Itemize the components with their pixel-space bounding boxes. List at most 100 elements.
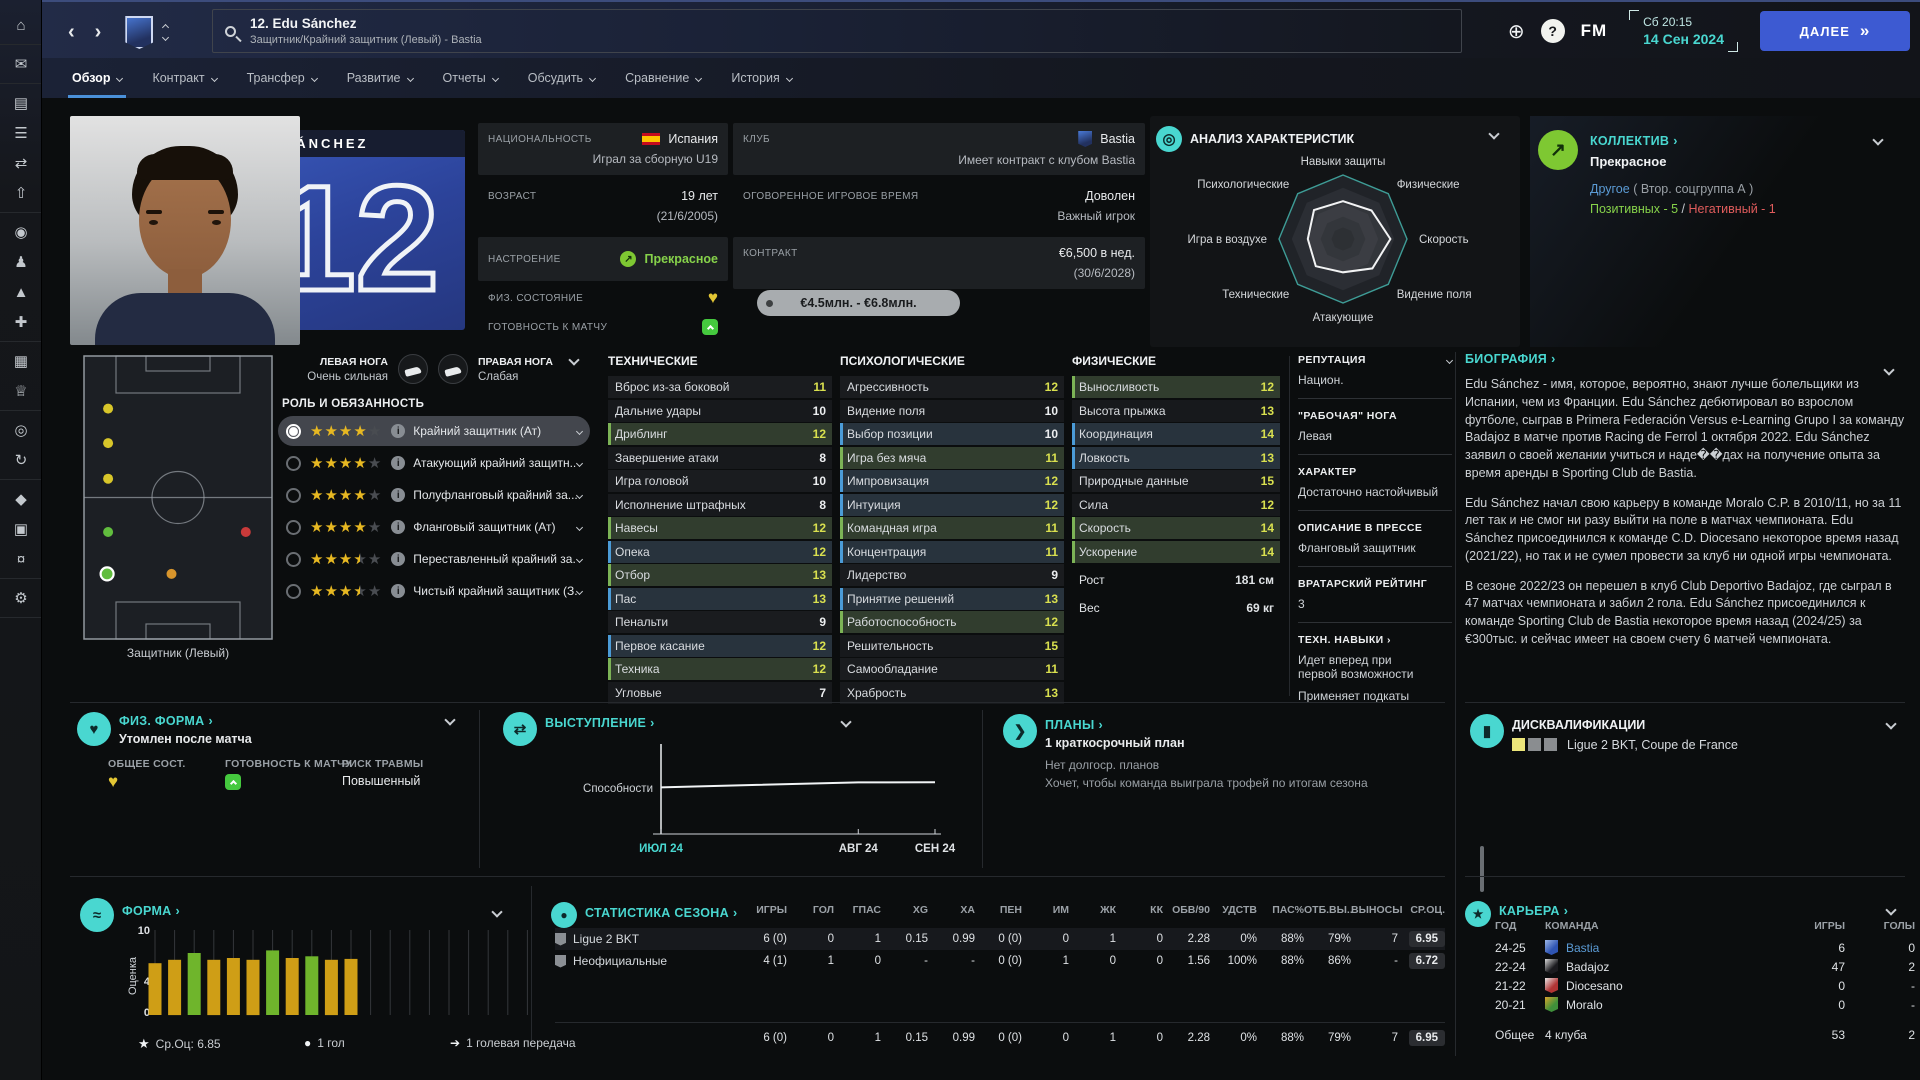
position-dot-red[interactable] <box>241 527 251 537</box>
plans-title[interactable]: ПЛАНЫ› <box>1045 718 1103 732</box>
nav-forward-button[interactable]: › <box>85 21 112 44</box>
competition-name[interactable]: Ligue 2 BKT <box>555 932 740 946</box>
info-icon[interactable]: i <box>391 424 405 438</box>
bastia-badge-icon <box>1078 131 1092 147</box>
position-dot-yellow[interactable] <box>103 474 113 484</box>
sidebar-transfers-icon[interactable]: ⇄ <box>0 148 42 178</box>
role-row-2[interactable]: ★★★★★iПолуфланговый крайний за... <box>278 480 590 510</box>
sidebar-competitions-icon[interactable]: ♕ <box>0 376 42 406</box>
sidebar-data-hub-icon[interactable]: ↻ <box>0 445 42 475</box>
suspensions-collapse-icon[interactable] <box>1885 718 1896 729</box>
biography-collapse-icon[interactable] <box>1883 364 1894 375</box>
sidebar-tactics-icon[interactable]: ☰ <box>0 118 42 148</box>
sidebar-inbox-icon[interactable]: ✉ <box>0 49 42 79</box>
nav-back-button[interactable]: ‹ <box>58 21 85 44</box>
team-name[interactable]: Badajoz <box>1566 960 1609 974</box>
tab-development[interactable]: Развитие <box>347 58 413 98</box>
role-radio[interactable] <box>286 456 301 471</box>
tab-contract[interactable]: Контракт <box>152 58 216 98</box>
sidebar-schedule-icon[interactable]: ▦ <box>0 346 42 376</box>
stats-total-value: 7 <box>1351 1032 1398 1044</box>
role-star-rating: ★★★★★★ <box>310 552 381 567</box>
role-radio[interactable] <box>286 520 301 535</box>
sidebar-club-info-icon[interactable]: ◆ <box>0 484 42 514</box>
team-name[interactable]: Moralo <box>1566 998 1603 1012</box>
tab-history[interactable]: История <box>731 58 791 98</box>
tab-overview[interactable]: Обзор <box>72 58 122 98</box>
sidebar-youth-icon[interactable]: ▲ <box>0 277 42 307</box>
role-row-3[interactable]: ★★★★★iФланговый защитник (Ат) <box>278 512 590 542</box>
attribute-analysis-collapse-icon[interactable] <box>1488 128 1499 139</box>
role-row-4[interactable]: ★★★★★★iПереставленный крайний за... <box>278 544 590 574</box>
form-collapse-icon[interactable] <box>491 906 502 917</box>
info-icon[interactable]: i <box>391 488 405 502</box>
info-icon[interactable]: i <box>391 456 405 470</box>
tab-transfer[interactable]: Трансфер <box>247 58 317 98</box>
role-row-5[interactable]: ★★★★★★iЧистый крайний защитник (З... <box>278 576 590 606</box>
svg-text:10: 10 <box>138 925 150 937</box>
collective-title[interactable]: КОЛЛЕКТИВ› <box>1590 134 1678 148</box>
chevron-down-icon[interactable] <box>576 491 583 498</box>
transfer-value-tag[interactable]: €4.5млн. - €6.8млн. <box>757 290 960 316</box>
sidebar-club-vision-icon[interactable]: ◉ <box>0 217 42 247</box>
competition-name[interactable]: Неофициальные <box>555 954 740 968</box>
sidebar-scouting-icon[interactable]: ◎ <box>0 415 42 445</box>
chevron-down-icon[interactable] <box>576 427 583 434</box>
player-cycle-buttons[interactable] <box>163 25 168 40</box>
club-badge-icon[interactable] <box>125 16 153 49</box>
attribute-name: Опека <box>615 545 813 559</box>
biography-title[interactable]: БИОГРАФИЯ› <box>1465 352 1905 366</box>
sidebar-job-centre-icon[interactable]: ▣ <box>0 514 42 544</box>
career-apps: 0 <box>1785 998 1845 1012</box>
chevron-down-icon[interactable] <box>576 523 583 530</box>
fitness-title[interactable]: ФИЗ. ФОРМА› <box>119 714 213 728</box>
position-dot-green[interactable] <box>101 567 114 580</box>
role-row-0[interactable]: ★★★★★iКрайний защитник (Ат) <box>278 416 590 446</box>
chevron-down-icon[interactable] <box>576 555 583 562</box>
position-dot-yellow[interactable] <box>103 438 113 448</box>
sidebar-training-icon[interactable]: ⇧ <box>0 178 42 208</box>
sidebar-home-icon[interactable]: ⌂ <box>0 10 42 40</box>
position-dot-yellow[interactable] <box>103 404 113 414</box>
sidebar-finances-icon[interactable]: ¤ <box>0 544 42 574</box>
career-title[interactable]: КАРЬЕРА› <box>1499 904 1568 918</box>
form-title[interactable]: ФОРМА› <box>122 904 180 918</box>
sidebar-staff-icon[interactable]: ♟ <box>0 247 42 277</box>
fitness-collapse-icon[interactable] <box>444 714 455 725</box>
chevron-down-icon[interactable] <box>1446 356 1453 363</box>
tab-discuss[interactable]: Обсудить <box>528 58 595 98</box>
chevron-down-icon[interactable] <box>576 459 583 466</box>
sidebar-squad-icon[interactable]: ▤ <box>0 88 42 118</box>
career-collapse-icon[interactable] <box>1885 904 1896 915</box>
role-radio[interactable] <box>286 552 301 567</box>
traits-scrollbar[interactable] <box>1480 846 1484 892</box>
continue-button[interactable]: ДАЛЕЕ» <box>1760 11 1910 51</box>
info-icon[interactable]: i <box>391 552 405 566</box>
help-button[interactable]: ? <box>1541 19 1565 43</box>
role-label: Чистый крайний защитник (З... <box>413 584 577 598</box>
social-group-link[interactable]: Другое <box>1590 182 1630 196</box>
info-icon[interactable]: i <box>391 520 405 534</box>
role-row-1[interactable]: ★★★★★iАтакующий крайний защитн... <box>278 448 590 478</box>
sidebar-medical-centre-icon[interactable]: ✚ <box>0 307 42 337</box>
collective-panel: ↗ КОЛЛЕКТИВ› Прекрасное Другое ( Втор. с… <box>1530 116 1906 347</box>
position-dot-green[interactable] <box>103 527 113 537</box>
performance-collapse-icon[interactable] <box>840 716 851 727</box>
position-dot-orange[interactable] <box>167 569 177 579</box>
player-search-box[interactable]: 12. Edu Sánchez Защитник/Крайний защитни… <box>212 9 1462 53</box>
world-icon[interactable]: ⊕ <box>1508 19 1525 44</box>
svg-text:Оценка: Оценка <box>128 956 139 995</box>
info-icon[interactable]: i <box>391 584 405 598</box>
tab-comparison[interactable]: Сравнение <box>625 58 701 98</box>
team-name[interactable]: Bastia <box>1566 941 1599 955</box>
role-radio[interactable] <box>286 584 301 599</box>
detail-gk-rating-value: 3 <box>1298 597 1452 611</box>
tab-reports[interactable]: Отчеты <box>443 58 498 98</box>
role-radio[interactable] <box>286 488 301 503</box>
chevron-down-icon[interactable] <box>576 587 583 594</box>
svg-text:Навыки защиты: Навыки защиты <box>1301 156 1386 168</box>
role-radio[interactable] <box>286 424 301 439</box>
team-name[interactable]: Diocesano <box>1566 979 1623 993</box>
collective-collapse-icon[interactable] <box>1872 134 1883 145</box>
sidebar-dev-centre-icon[interactable]: ⚙ <box>0 583 42 613</box>
